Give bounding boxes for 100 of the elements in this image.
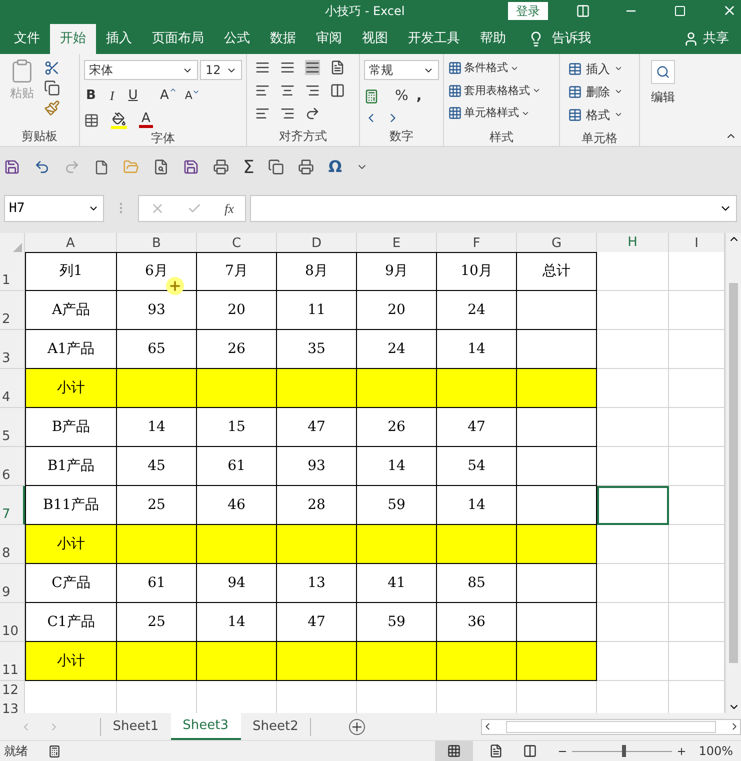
row-header[interactable]: 7: [0, 486, 25, 525]
redo-icon[interactable]: [64, 159, 80, 176]
folder-icon[interactable]: [123, 159, 139, 176]
shrink-font-button[interactable]: A: [184, 88, 200, 104]
grid-cell[interactable]: [669, 252, 725, 291]
top-align-icon[interactable]: [255, 60, 270, 76]
cells-menu-button[interactable]: 格式: [568, 106, 631, 124]
grid-cell[interactable]: [117, 681, 197, 702]
ribbon-tab[interactable]: 文件: [4, 24, 50, 54]
grid-cell[interactable]: [597, 681, 669, 702]
ribbon-tab[interactable]: 公式: [214, 24, 260, 54]
save-as-icon[interactable]: [183, 159, 199, 176]
middle-align-icon[interactable]: [280, 60, 295, 76]
share-button[interactable]: 共享: [683, 24, 729, 54]
row-header[interactable]: 10: [0, 603, 25, 642]
row-header[interactable]: 4: [0, 369, 25, 408]
fill-color-icon[interactable]: [111, 112, 127, 129]
ribbon-display-icon[interactable]: [576, 4, 590, 18]
grid-cell[interactable]: [597, 330, 669, 369]
font-color-button[interactable]: A: [139, 112, 153, 128]
maximize-icon[interactable]: [674, 4, 686, 17]
grid-cell[interactable]: [277, 681, 357, 702]
add-sheet-icon[interactable]: [349, 718, 366, 734]
grid-cell[interactable]: [597, 408, 669, 447]
ribbon-tab[interactable]: 数据: [260, 24, 306, 54]
grid-cell[interactable]: [597, 603, 669, 642]
ribbon-tab[interactable]: 视图: [352, 24, 398, 54]
align-center-icon[interactable]: [280, 83, 295, 98]
bold-button[interactable]: B: [84, 86, 98, 106]
page-layout-icon[interactable]: [488, 744, 503, 758]
comma-button[interactable]: ,: [416, 86, 422, 108]
borders-icon[interactable]: [84, 112, 99, 128]
save-icon[interactable]: [4, 159, 20, 176]
bottom-align-icon[interactable]: [305, 60, 320, 76]
grid-cell[interactable]: [597, 564, 669, 603]
grid-cell[interactable]: [669, 408, 725, 447]
copy-icon[interactable]: [44, 80, 60, 96]
scroll-thumb[interactable]: [729, 283, 738, 663]
ribbon-tab[interactable]: 开始: [50, 24, 96, 54]
row-header[interactable]: 3: [0, 330, 25, 369]
grid-cell[interactable]: [597, 252, 669, 291]
grid-cell[interactable]: [437, 681, 517, 702]
grow-font-button[interactable]: A: [160, 86, 177, 106]
print-preview-icon[interactable]: [153, 159, 169, 176]
grid-cell[interactable]: [25, 681, 117, 702]
align-left-icon[interactable]: [255, 83, 270, 98]
row-header[interactable]: 12: [0, 681, 25, 702]
grid-cell[interactable]: [669, 447, 725, 486]
grid-cell[interactable]: [669, 330, 725, 369]
row-header[interactable]: 2: [0, 291, 25, 330]
undo-icon[interactable]: [34, 159, 50, 176]
grid-cell[interactable]: [669, 681, 725, 702]
ribbon-tab[interactable]: 帮助: [470, 24, 516, 54]
style-menu-button[interactable]: 条件格式: [448, 60, 555, 77]
grid-cell[interactable]: [669, 525, 725, 564]
row-header[interactable]: 8: [0, 525, 25, 564]
ribbon-tab[interactable]: 开发工具: [398, 24, 470, 54]
font-name-field[interactable]: 宋体: [84, 60, 198, 80]
font-size-field[interactable]: 12: [200, 60, 242, 80]
grid-cell[interactable]: [669, 291, 725, 330]
grid-cell[interactable]: [669, 564, 725, 603]
cells-menu-button[interactable]: 删除: [568, 83, 631, 100]
horizontal-scrollbar[interactable]: [481, 718, 741, 734]
vertical-scrollbar[interactable]: [725, 233, 741, 713]
scroll-thumb[interactable]: [506, 720, 716, 732]
ribbon-tab[interactable]: 插入: [96, 24, 142, 54]
sheet-tab[interactable]: Sheet2: [240, 713, 310, 740]
row-header[interactable]: 5: [0, 408, 25, 447]
grid-cell[interactable]: [669, 642, 725, 681]
zoom-slider-thumb[interactable]: [622, 744, 626, 756]
stack-icon[interactable]: [268, 159, 284, 176]
insert-function-button[interactable]: fx: [224, 198, 234, 218]
symbol-button[interactable]: Ω: [328, 155, 342, 180]
grid-cell[interactable]: [597, 291, 669, 330]
grid-cell[interactable]: [197, 681, 277, 702]
italic-button[interactable]: I: [106, 86, 118, 106]
name-box[interactable]: H7: [4, 194, 104, 222]
grid-cell[interactable]: [597, 447, 669, 486]
grid-cell[interactable]: [597, 642, 669, 681]
grid-cell[interactable]: [597, 369, 669, 408]
grid-cell[interactable]: [597, 525, 669, 564]
tell-me-button[interactable]: 告诉我: [528, 24, 591, 54]
zoom-in-icon[interactable]: [676, 746, 687, 756]
formula-input-field[interactable]: [250, 194, 737, 222]
number-format-field[interactable]: 常规: [364, 60, 439, 80]
normal-view-icon[interactable]: [446, 744, 461, 758]
print-icon[interactable]: [298, 159, 314, 176]
new-file-icon[interactable]: [94, 160, 109, 175]
grid-cell[interactable]: [357, 681, 437, 702]
grid-cell[interactable]: [669, 486, 725, 525]
selected-cell[interactable]: [597, 486, 669, 525]
row-header[interactable]: 11: [0, 642, 25, 681]
percent-button[interactable]: %: [395, 86, 408, 108]
sheet-tab[interactable]: Sheet3: [170, 713, 240, 740]
editing-button[interactable]: 编辑: [651, 60, 675, 106]
sum-button[interactable]: Σ: [243, 154, 254, 181]
ribbon-tab[interactable]: 页面布局: [142, 24, 214, 54]
grid-cell[interactable]: [669, 369, 725, 408]
align-right-icon[interactable]: [305, 83, 320, 98]
format-painter-icon[interactable]: [44, 100, 60, 116]
